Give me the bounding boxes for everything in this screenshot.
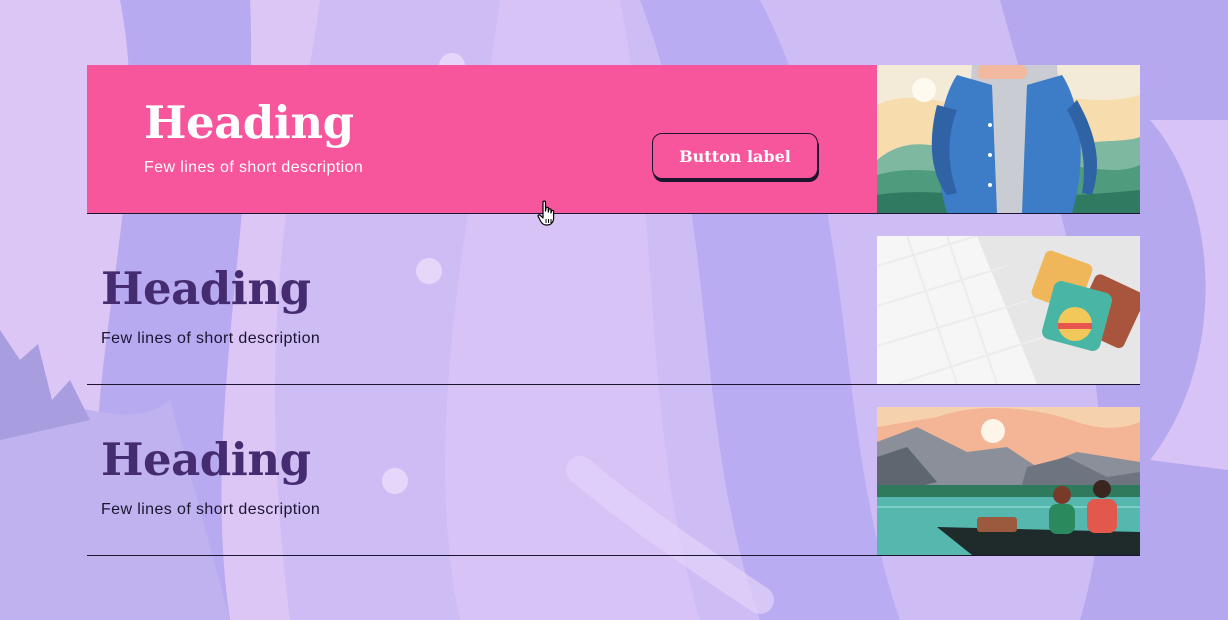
list-item-text: Heading Few lines of short description B… bbox=[87, 65, 877, 213]
list-item-text: Heading Few lines of short description bbox=[87, 236, 877, 384]
list-item[interactable]: Heading Few lines of short description bbox=[87, 407, 1140, 556]
list-item-description: Few lines of short description bbox=[101, 330, 321, 347]
couple-in-boat-at-lake-illustration bbox=[877, 407, 1140, 555]
list-item-description: Few lines of short description bbox=[101, 501, 321, 518]
folded-shirts-illustration bbox=[877, 236, 1140, 384]
hand-pointer-icon bbox=[537, 200, 555, 226]
man-in-denim-jacket-illustration bbox=[877, 65, 1140, 213]
list-item-description: Few lines of short description bbox=[144, 159, 364, 176]
list-item-heading: Heading bbox=[101, 433, 311, 486]
list-item-heading: Heading bbox=[101, 262, 311, 315]
card-list: Heading Few lines of short description B… bbox=[87, 65, 1140, 556]
primary-button[interactable]: Button label bbox=[652, 133, 818, 179]
list-item-text: Heading Few lines of short description bbox=[87, 407, 877, 555]
list-item-active[interactable]: Heading Few lines of short description B… bbox=[87, 65, 1140, 214]
list-item[interactable]: Heading Few lines of short description bbox=[87, 236, 1140, 385]
list-item-heading: Heading bbox=[144, 96, 354, 149]
